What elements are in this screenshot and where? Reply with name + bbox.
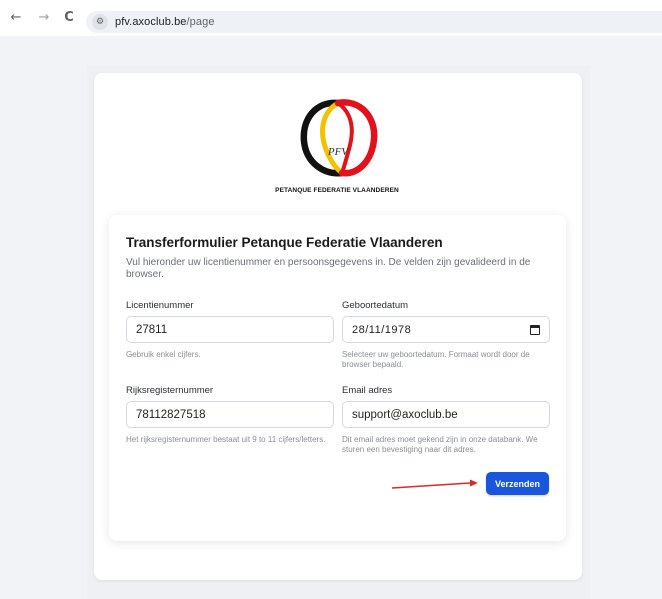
back-icon[interactable]: ← [9, 10, 23, 26]
national-id-hint: Het rijksregisternummer bestaat uit 9 to… [126, 435, 326, 444]
address-bar[interactable]: ⚙ pfv.axoclub.be/page [86, 11, 662, 33]
logo-org-name: PETANQUE FEDERATIE VLAANDEREN [275, 187, 399, 194]
annotation-arrow [391, 479, 478, 489]
email-value: support@axoclub.be [352, 408, 458, 421]
license-hint: Gebruik enkel cijfers. [126, 350, 201, 359]
url-text[interactable]: pfv.axoclub.be/page [115, 16, 215, 28]
national-id-input[interactable]: 78112827518 [126, 401, 334, 428]
birthdate-label: Geboortedatum [342, 300, 409, 311]
email-hint: Dit email adres moet gekend zijn in onze… [342, 435, 538, 454]
forward-icon[interactable]: → [37, 10, 51, 26]
license-input[interactable]: 27811 [126, 316, 334, 343]
url-path: /page [186, 16, 215, 28]
url-domain: pfv.axoclub.be [115, 16, 187, 28]
site-info-icon[interactable]: ⚙ [92, 14, 108, 30]
form-description: Vul hieronder uw licentienummer en perso… [126, 257, 531, 280]
license-value: 27811 [136, 323, 168, 336]
birthdate-input[interactable]: 28/11/1978 [342, 316, 550, 343]
calendar-icon[interactable] [530, 325, 540, 335]
birthdate-value: 28/11/1978 [352, 323, 412, 336]
browser-toolbar: ← → C ⚙ pfv.axoclub.be/page [0, 0, 662, 36]
logo-monogram: PFV [327, 146, 349, 158]
email-label: Email adres [342, 385, 393, 396]
pfv-logo: PFV [300, 99, 378, 177]
birthdate-hint: Selecteer uw geboortedatum. Formaat word… [342, 350, 530, 369]
national-id-label: Rijksregisternummer [126, 385, 214, 396]
reload-icon[interactable]: C [62, 10, 76, 26]
license-label: Licentienummer [126, 300, 194, 311]
submit-button[interactable]: Verzenden [486, 472, 549, 495]
form-title: Transferformulier Petanque Federatie Vla… [126, 235, 443, 250]
email-input[interactable]: support@axoclub.be [342, 401, 550, 428]
national-id-value: 78112827518 [136, 408, 206, 421]
